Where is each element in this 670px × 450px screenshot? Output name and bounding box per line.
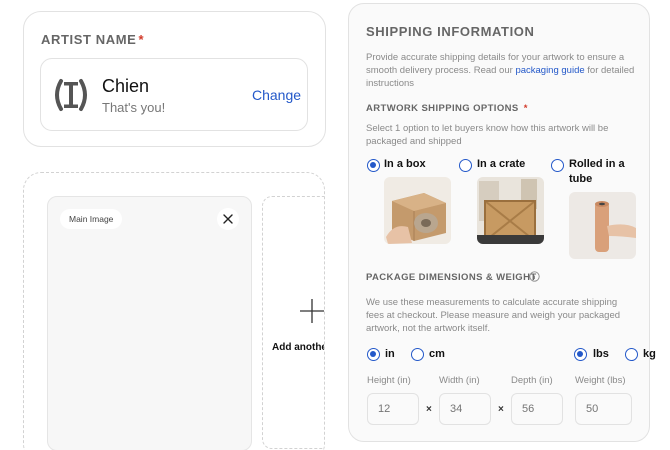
unit-cm-label[interactable]: cm — [429, 348, 445, 360]
width-input[interactable] — [439, 393, 491, 425]
option-crate-label[interactable]: In a crate — [477, 157, 525, 172]
artist-subtitle: That's you! — [102, 100, 166, 115]
depth-label: Depth (in) — [511, 375, 553, 386]
weight-label: Weight (lbs) — [575, 375, 626, 386]
shipping-options-title: ARTWORK SHIPPING OPTIONS * — [366, 103, 528, 114]
artist-card: ARTIST NAME * Chien That's you! Change — [23, 11, 326, 147]
artist-section-title: ARTIST NAME * — [41, 32, 145, 47]
main-image-badge: Main Image — [60, 209, 123, 229]
unit-in-label[interactable]: in — [385, 348, 395, 360]
required-mark: * — [523, 103, 528, 114]
depth-input[interactable] — [511, 393, 563, 425]
artist-profile: Chien That's you! Change — [40, 58, 308, 131]
required-mark: * — [138, 32, 145, 47]
artist-logo-icon — [55, 79, 87, 111]
times-symbol: × — [498, 404, 504, 415]
info-icon[interactable] — [529, 271, 540, 282]
shipping-options-desc: Select 1 option to let buyers know how t… — [366, 123, 609, 147]
tube-photo-icon — [569, 192, 636, 259]
height-label: Height (in) — [367, 375, 411, 386]
change-artist-button[interactable]: Change — [252, 87, 301, 103]
option-box-radio[interactable] — [367, 159, 380, 172]
unit-cm-radio[interactable] — [411, 348, 424, 361]
weight-input[interactable] — [575, 393, 632, 425]
remove-image-button[interactable] — [217, 208, 239, 230]
packaging-guide-link[interactable]: packaging guide — [515, 65, 584, 76]
option-box-label[interactable]: In a box — [384, 157, 426, 172]
unit-in-radio[interactable] — [367, 348, 380, 361]
box-photo-icon — [384, 177, 451, 244]
shipping-title: SHIPPING INFORMATION — [366, 24, 535, 39]
height-input[interactable] — [367, 393, 419, 425]
shipping-panel: SHIPPING INFORMATION Provide accurate sh… — [348, 3, 656, 442]
image-upload-area: Main Image Add another — [23, 172, 325, 450]
option-tube-radio[interactable] — [551, 159, 564, 172]
unit-kg-radio[interactable] — [625, 348, 638, 361]
artist-name: Chien — [102, 76, 150, 96]
width-label: Width (in) — [439, 375, 480, 386]
option-tube-label[interactable]: Rolled in a tube — [569, 157, 639, 187]
option-crate-radio[interactable] — [459, 159, 472, 172]
shipping-intro: Provide accurate shipping details for yo… — [366, 52, 635, 89]
dimensions-desc: We use these measurements to calculate a… — [366, 297, 621, 334]
main-image-slot[interactable]: Main Image — [47, 196, 252, 450]
crate-photo-icon — [477, 177, 544, 244]
unit-kg-label[interactable]: kg — [643, 348, 656, 360]
plus-icon — [300, 299, 324, 323]
unit-lbs-label[interactable]: lbs — [593, 348, 609, 360]
unit-lbs-radio[interactable] — [574, 348, 587, 361]
close-icon — [223, 214, 233, 224]
dimensions-title: PACKAGE DIMENSIONS & WEIGHT — [366, 272, 537, 283]
add-another-image-button[interactable]: Add another — [262, 196, 324, 449]
times-symbol: × — [426, 404, 432, 415]
add-another-label: Add another — [272, 342, 324, 353]
